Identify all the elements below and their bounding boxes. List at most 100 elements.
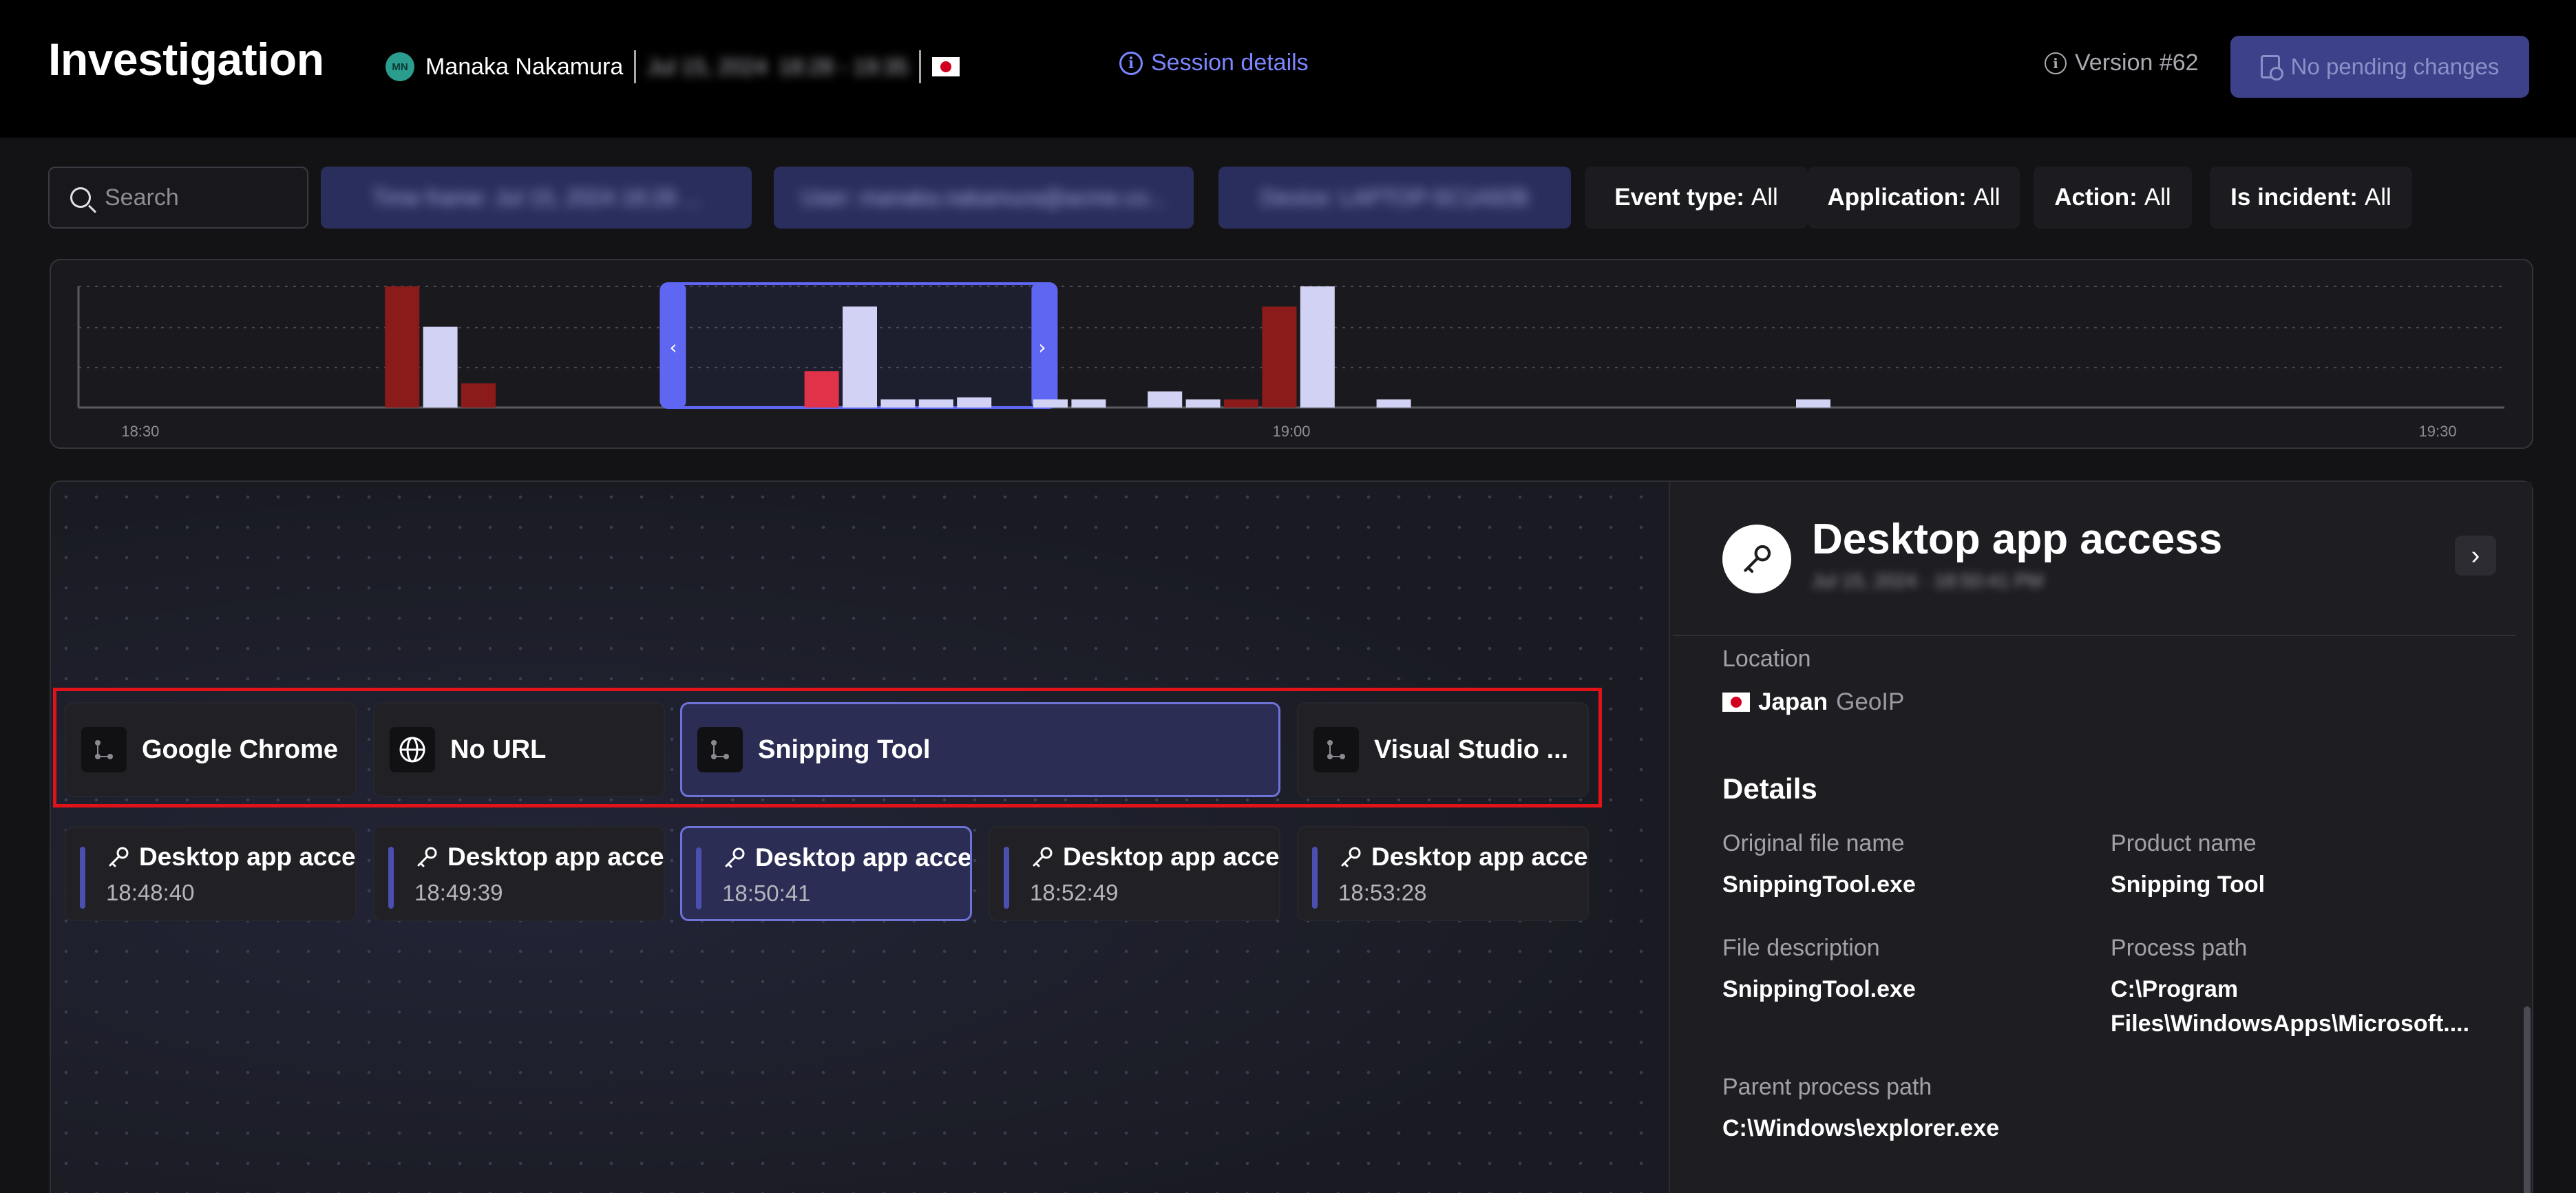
document-search-icon: [2260, 55, 2283, 81]
event-title-label: Desktop app acces: [1063, 843, 1280, 871]
filter-event-type[interactable]: Event type: All: [1585, 167, 1808, 229]
timeline-bar: [1071, 399, 1106, 408]
divider: [634, 50, 637, 83]
event-title: Desktop app acces: [1338, 843, 1587, 872]
parent-process-path-label: Parent process path: [1722, 1074, 1932, 1100]
filter-action[interactable]: Action: All: [2034, 167, 2192, 229]
timeline-tick-label: 19:00: [1272, 423, 1310, 440]
filter-value: All: [2364, 184, 2392, 211]
timeline-bar: [804, 371, 839, 408]
event-stripe: [388, 847, 394, 909]
timeline-chart[interactable]: ‹ › 18:30 19:00 19:30: [51, 260, 2535, 450]
japan-flag-icon: [1722, 693, 1750, 712]
timeline-bar: [423, 326, 458, 408]
avatar: MN: [386, 52, 414, 81]
filter-time-frame[interactable]: Time frame: Jul 15, 2024 18:28 ...: [321, 167, 752, 229]
event-detail-panel: Desktop app access Jul 15, 2024 · 18:50:…: [1669, 482, 2532, 1193]
blurred-time: 18:28 - 19:35: [778, 54, 909, 79]
event-card[interactable]: Desktop app acces 18:49:39: [373, 826, 665, 921]
event-card-selected[interactable]: Desktop app acces 18:50:41: [680, 826, 972, 921]
original-file-name-value: SnippingTool.exe: [1722, 872, 1916, 898]
timeline-bar: [957, 397, 992, 408]
detail-title: Desktop app access: [1812, 516, 2223, 563]
session-meta: MN Manaka Nakamura Jul 15, 2024 18:28 - …: [386, 50, 960, 83]
original-file-name-label: Original file name: [1722, 830, 1905, 856]
event-title: Desktop app acces: [722, 843, 972, 872]
app-node-snipping-tool[interactable]: Snipping Tool: [680, 702, 1280, 797]
event-time: 18:53:28: [1338, 880, 1427, 905]
file-description-label: File description: [1722, 935, 1880, 961]
app-node-label: No URL: [450, 735, 547, 764]
app-node-icon: [1313, 727, 1359, 772]
page-title: Investigation: [48, 34, 324, 85]
app-node-no-url[interactable]: No URL: [373, 702, 665, 797]
event-time: 18:50:41: [722, 880, 811, 906]
filter-key: Event type:: [1614, 184, 1744, 211]
activity-timeline[interactable]: ‹ › 18:30 19:00 19:30: [50, 259, 2533, 449]
search-box[interactable]: [48, 167, 308, 229]
timeline-bar: [1796, 399, 1830, 408]
version-label: Version #62: [2075, 50, 2199, 76]
timeline-tick-label: 19:30: [2419, 423, 2457, 440]
event-card[interactable]: Desktop app acces 18:53:28: [1297, 826, 1589, 921]
app-node-icon: [81, 727, 127, 772]
timeline-bar: [385, 286, 420, 408]
divider: [919, 50, 922, 83]
timeline-bar: [880, 399, 916, 408]
event-time: 18:48:40: [106, 880, 195, 905]
session-details-link[interactable]: i Session details: [1119, 50, 1309, 76]
info-icon: i: [1119, 51, 1143, 75]
event-stripe: [80, 847, 85, 909]
key-icon: [417, 847, 437, 867]
timeline-tick-label: 18:30: [121, 423, 159, 440]
event-title: Desktop app acces: [414, 843, 664, 872]
key-icon: [109, 847, 129, 867]
filter-user[interactable]: User: manaka.nakamura@acme.co...: [774, 167, 1194, 229]
filter-value: All: [1751, 184, 1778, 211]
timeline-bar: [918, 399, 953, 408]
divider: [1673, 635, 2515, 636]
info-icon: i: [2045, 52, 2067, 74]
key-icon: [1341, 847, 1361, 867]
chevron-left-icon: ‹: [669, 336, 677, 359]
pending-changes-button[interactable]: No pending changes: [2230, 36, 2529, 98]
chevron-right-icon: ›: [2471, 540, 2480, 570]
location-label: Location: [1722, 646, 1811, 672]
event-title: Desktop app acces: [106, 843, 355, 872]
filter-key: Application:: [1827, 184, 1967, 211]
event-title-label: Desktop app acces: [755, 843, 972, 872]
filter-is-incident[interactable]: Is incident: All: [2210, 167, 2412, 229]
search-icon: [70, 187, 91, 208]
filter-value: All: [1973, 184, 2000, 211]
app-node-label: Google Chrome: [142, 735, 339, 764]
filter-time-frame-label: Time frame: Jul 15, 2024 18:28 ...: [372, 184, 701, 210]
event-card[interactable]: Desktop app acces 18:48:40: [65, 826, 357, 921]
timeline-bar: [461, 383, 496, 408]
process-path-label: Process path: [2111, 935, 2248, 961]
top-bar: Investigation MN Manaka Nakamura Jul 15,…: [0, 0, 2576, 138]
file-description-value: SnippingTool.exe: [1722, 976, 1916, 1002]
version-indicator: i Version #62: [2045, 50, 2199, 76]
search-input[interactable]: [105, 184, 297, 211]
filter-value: All: [2144, 184, 2171, 211]
user-name: Manaka Nakamura: [425, 53, 624, 80]
details-heading: Details: [1722, 772, 1817, 805]
app-node-visual-studio[interactable]: Visual Studio ...: [1297, 702, 1589, 797]
expand-panel-button[interactable]: ›: [2455, 536, 2496, 576]
event-stripe: [1004, 847, 1009, 909]
event-time: 18:52:49: [1030, 880, 1119, 905]
globe-icon: [390, 727, 435, 772]
filter-application[interactable]: Application: All: [1808, 167, 2020, 229]
app-node-google-chrome[interactable]: Google Chrome: [65, 702, 357, 797]
panel-scrollbar[interactable]: [2524, 1006, 2531, 1193]
event-time: 18:49:39: [414, 880, 503, 905]
event-stripe: [1312, 847, 1318, 909]
key-icon: [1033, 847, 1053, 867]
filter-device[interactable]: Device: LAPTOP-5C1A92B: [1218, 167, 1571, 229]
blurred-date: Jul 15, 2024: [647, 54, 768, 79]
event-stripe: [696, 847, 701, 909]
timeline-bar: [1300, 286, 1335, 408]
session-details-label: Session details: [1151, 50, 1309, 76]
event-card[interactable]: Desktop app acces 18:52:49: [989, 826, 1280, 921]
timeline-bar: [1148, 391, 1183, 408]
